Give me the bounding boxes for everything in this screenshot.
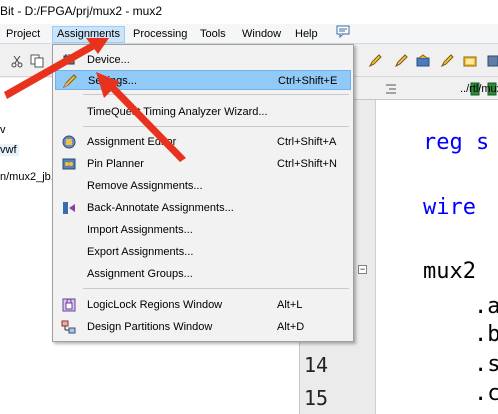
menu-separator: [83, 94, 349, 95]
menu-help[interactable]: Help: [291, 26, 322, 43]
design-partitions-icon: [61, 319, 77, 335]
menu-item-label: Export Assignments...: [87, 246, 194, 258]
menu-item-label: Pin Planner: [87, 158, 144, 170]
compile-icon[interactable]: [416, 54, 430, 68]
assignment-editor-icon: [61, 134, 77, 150]
project-tree-item[interactable]: n/mux2_jb.: [0, 171, 54, 183]
menu-item-logiclock-regions[interactable]: LogicLock Regions Window Alt+L: [55, 295, 351, 315]
menu-item-label: LogicLock Regions Window: [87, 299, 223, 311]
menu-item-label: Device...: [87, 54, 130, 66]
edit-tool-icon[interactable]: [394, 54, 408, 68]
assignments-menu: Device... Settings... Ctrl+Shift+E TimeQ…: [52, 44, 354, 342]
menu-tools[interactable]: Tools: [196, 26, 230, 43]
menu-item-export-assignments[interactable]: Export Assignments...: [55, 242, 351, 262]
fold-toggle-icon[interactable]: −: [358, 265, 367, 274]
menu-item-shortcut: Alt+D: [277, 321, 305, 333]
menu-processing[interactable]: Processing: [129, 26, 191, 43]
menu-item-label: Assignment Groups...: [87, 268, 193, 280]
help-chat-icon[interactable]: [332, 25, 354, 42]
code-editor[interactable]: reg s wire mux2 .a .b .s .c: [375, 100, 498, 414]
menu-item-shortcut: Alt+L: [277, 299, 303, 311]
code-line: .s: [474, 352, 498, 377]
menu-window[interactable]: Window: [238, 26, 285, 43]
menu-item-timequest-wizard[interactable]: TimeQuest Timing Analyzer Wizard...: [55, 102, 351, 122]
pin-planner-icon: [61, 156, 77, 172]
device-chip-icon: [61, 52, 77, 68]
pencil-tool-icon[interactable]: [368, 54, 382, 68]
menu-item-shortcut: Ctrl+Shift+N: [277, 158, 337, 170]
menu-item-label: Settings...: [88, 75, 137, 87]
menu-item-assignment-groups[interactable]: Assignment Groups...: [55, 264, 351, 284]
file-path: ../rtl/mux: [460, 83, 498, 95]
menu-item-design-partitions[interactable]: Design Partitions Window Alt+D: [55, 317, 351, 337]
indent-icon[interactable]: [384, 82, 398, 99]
code-line: wire: [423, 195, 476, 220]
menu-project[interactable]: Project: [2, 26, 44, 43]
code-line: .a: [474, 294, 498, 319]
line-number: 14: [304, 353, 329, 377]
menu-item-label: Back-Annotate Assignments...: [87, 202, 234, 214]
settings-pencil-icon: [62, 73, 78, 89]
code-line: mux2: [423, 259, 476, 284]
line-number: 15: [304, 386, 329, 410]
project-tree-item[interactable]: v: [0, 124, 6, 136]
menu-item-device[interactable]: Device...: [55, 50, 351, 70]
menu-item-label: Design Partitions Window: [87, 321, 213, 333]
menu-item-label: TimeQuest Timing Analyzer Wizard...: [87, 106, 268, 118]
window-title: Bit - D:/FPGA/prj/mux2 - mux2: [0, 4, 163, 18]
logiclock-icon: [61, 297, 77, 313]
menu-item-label: Import Assignments...: [87, 224, 193, 236]
code-line: .b: [474, 322, 498, 347]
menu-item-label: Assignment Editor: [87, 136, 177, 148]
menu-item-assignment-editor[interactable]: Assignment Editor Ctrl+Shift+A: [55, 132, 351, 152]
menu-item-label: Remove Assignments...: [87, 180, 203, 192]
copy-icon[interactable]: [30, 54, 44, 68]
code-line: .c: [474, 381, 498, 406]
menu-item-settings[interactable]: Settings... Ctrl+Shift+E: [55, 70, 351, 90]
cut-icon[interactable]: [10, 54, 24, 68]
menu-item-pin-planner[interactable]: Pin Planner Ctrl+Shift+N: [55, 154, 351, 174]
project-tree-item-selected[interactable]: vwf: [0, 144, 19, 156]
chip-icon[interactable]: [486, 54, 498, 68]
code-line: reg s: [423, 130, 490, 155]
menu-bar: Project Assignments Processing Tools Win…: [0, 24, 498, 44]
analyze-icon[interactable]: [440, 54, 454, 68]
menu-assignments[interactable]: Assignments: [52, 26, 125, 43]
menu-separator: [83, 288, 349, 289]
menu-item-remove-assignments[interactable]: Remove Assignments...: [55, 176, 351, 196]
menu-item-shortcut: Ctrl+Shift+E: [278, 75, 338, 87]
back-annotate-icon: [61, 200, 77, 216]
menu-separator: [83, 126, 349, 127]
menu-item-shortcut: Ctrl+Shift+A: [277, 136, 337, 148]
menu-item-import-assignments[interactable]: Import Assignments...: [55, 220, 351, 240]
menu-item-back-annotate[interactable]: Back-Annotate Assignments...: [55, 198, 351, 218]
title-bar: Bit - D:/FPGA/prj/mux2 - mux2: [0, 0, 498, 24]
programmer-icon[interactable]: [463, 54, 477, 68]
